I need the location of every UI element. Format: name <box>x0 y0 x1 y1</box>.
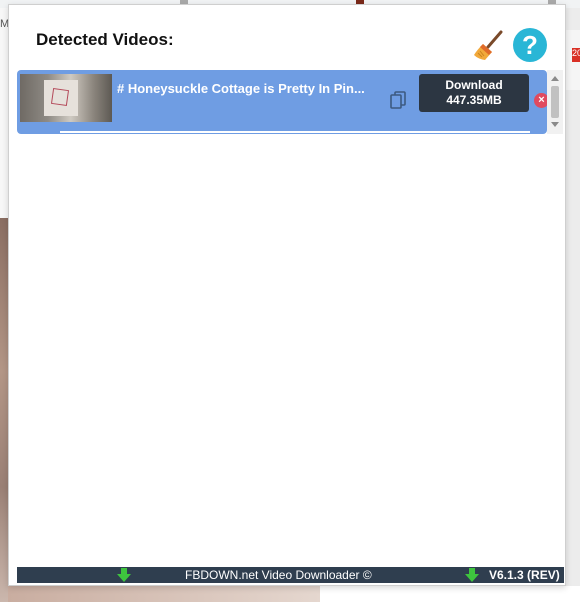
video-list: # Honeysuckle Cottage is Pretty In Pin..… <box>17 70 563 136</box>
footer-version: V6.1.3 (REV) <box>489 568 560 582</box>
download-label: Download <box>445 78 503 92</box>
background-photo-bottom <box>8 586 320 602</box>
popup-title: Detected Videos: <box>36 30 174 49</box>
download-button[interactable]: Download 447.35MB <box>419 74 529 112</box>
scroll-up-arrow-icon[interactable] <box>551 76 559 81</box>
download-arrow-icon <box>117 568 131 582</box>
broom-icon[interactable] <box>471 29 505 63</box>
background-photo <box>0 218 8 602</box>
question-icon[interactable]: ? <box>513 28 547 62</box>
video-thumbnail <box>20 74 112 122</box>
video-title: # Honeysuckle Cottage is Pretty In Pin..… <box>117 81 365 96</box>
video-row[interactable]: # Honeysuckle Cottage is Pretty In Pin..… <box>17 70 549 134</box>
row-divider <box>60 131 530 133</box>
background-page-bottom <box>320 586 580 602</box>
downloader-popup: Detected Videos: ? # Honeysuckle Cottage… <box>8 4 566 586</box>
video-size: 447.35MB <box>446 93 502 107</box>
scroll-thumb[interactable] <box>551 86 559 118</box>
download-arrow-icon <box>465 568 479 582</box>
list-scrollbar[interactable] <box>547 70 563 134</box>
footer-brand[interactable]: FBDOWN.net Video Downloader © <box>185 568 372 582</box>
scroll-down-arrow-icon[interactable] <box>551 122 559 127</box>
footer-bar: FBDOWN.net Video Downloader © V6.1.3 (RE… <box>17 567 564 583</box>
copy-icon[interactable] <box>389 90 407 110</box>
thumbnail-paper <box>44 80 78 116</box>
background-badge: 20 <box>572 48 580 62</box>
